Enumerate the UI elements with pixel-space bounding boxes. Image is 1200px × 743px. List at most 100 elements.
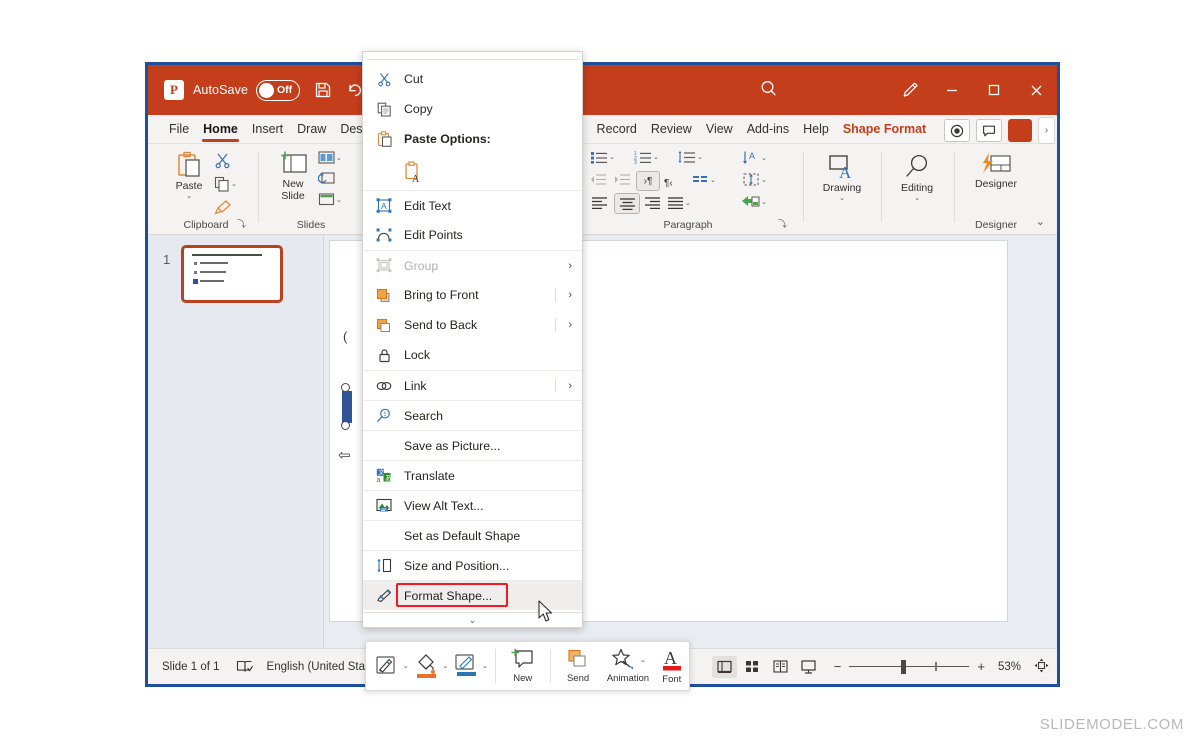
tab-record[interactable]: Record (590, 115, 644, 144)
copy-button[interactable]: ⌄ (214, 176, 237, 192)
text-direction-chevron-icon[interactable]: ⌄ (761, 154, 767, 162)
resize-arrow-icon[interactable]: ⇦ (338, 446, 351, 464)
context-menu-item-cut[interactable]: Cut (363, 64, 582, 94)
send-back-submenu-chevron-icon[interactable]: › (568, 319, 572, 331)
ribbon-collapse-chevron-icon[interactable]: ⌄ (1036, 215, 1045, 228)
editing-chevron-icon[interactable]: ⌄ (914, 194, 920, 202)
shape-outline-chevron-icon[interactable]: ⌄ (482, 662, 488, 670)
new-slide-button[interactable]: New Slide (270, 150, 316, 202)
bullets-chevron-icon[interactable]: ⌄ (609, 153, 615, 161)
context-menu-item-copy[interactable]: Copy (363, 94, 582, 124)
rtl-text-direction-button[interactable]: ¶‹ (664, 173, 673, 191)
tab-file[interactable]: File (162, 115, 196, 144)
context-menu-item-translate[interactable]: 文aあ Translate (363, 460, 582, 490)
layout-button[interactable]: ⌄ (318, 150, 342, 165)
maximize-button[interactable] (973, 65, 1015, 115)
context-menu-item-edit-points[interactable]: Edit Points (363, 220, 582, 250)
paragraph-dialog-launcher[interactable]: ⤵ (778, 217, 787, 230)
save-icon[interactable] (314, 81, 332, 99)
fit-to-window-icon[interactable] (1034, 658, 1049, 676)
ltr-text-direction-button[interactable]: ›¶ (636, 171, 660, 191)
numbering-chevron-icon[interactable]: ⌄ (653, 153, 659, 161)
align-text-button[interactable]: ⌄ (742, 172, 767, 187)
context-menu-item-save-as-picture[interactable]: Save as Picture... (363, 430, 582, 460)
line-spacing-button[interactable]: ⌄ (678, 150, 703, 164)
designer-button[interactable]: Designer (968, 152, 1024, 190)
slide-thumbnail-1[interactable] (181, 245, 283, 303)
shape-style-button[interactable]: ⌄ (372, 654, 412, 678)
layout-chevron-icon[interactable]: ⌄ (336, 154, 342, 162)
animation-painter-chevron-icon[interactable]: ⌄ (640, 656, 646, 664)
zoom-out-button[interactable]: − (834, 659, 842, 674)
context-menu-item-size-and-position[interactable]: Size and Position... (363, 550, 582, 580)
ink-pen-icon[interactable] (889, 65, 931, 115)
link-submenu-chevron-icon[interactable]: › (568, 380, 572, 392)
context-menu-item-set-default-shape[interactable]: Set as Default Shape (363, 520, 582, 550)
paste-option-keep-text-only[interactable]: A (363, 154, 582, 190)
rotation-handle-icon[interactable]: ( (343, 329, 347, 344)
shape-fill-chevron-icon[interactable]: ⌄ (442, 662, 448, 670)
new-comment-button[interactable]: New (500, 648, 546, 684)
zoom-slider[interactable]: − + (834, 659, 985, 674)
decrease-indent-button[interactable] (590, 173, 607, 191)
justify-chevron-icon[interactable]: ⌄ (685, 199, 691, 207)
copy-chevron-icon[interactable]: ⌄ (231, 180, 237, 188)
ribbon-overflow-chevron-icon[interactable]: › (1038, 117, 1055, 144)
context-menu-item-bring-to-front[interactable]: Bring to Front › (363, 280, 582, 310)
bring-front-submenu-chevron-icon[interactable]: › (568, 289, 572, 301)
align-left-button[interactable] (591, 196, 608, 214)
context-menu-item-view-alt-text[interactable]: View Alt Text... (363, 490, 582, 520)
tab-view[interactable]: View (699, 115, 740, 144)
align-center-button[interactable] (614, 193, 640, 214)
record-button[interactable] (944, 119, 970, 142)
tab-shape-format[interactable]: Shape Format (836, 115, 933, 144)
tab-help[interactable]: Help (796, 115, 836, 144)
align-text-chevron-icon[interactable]: ⌄ (761, 176, 767, 184)
accessibility-icon[interactable] (236, 659, 253, 674)
justify-button[interactable]: ⌄ (667, 196, 691, 209)
columns-chevron-icon[interactable]: ⌄ (710, 176, 716, 184)
convert-to-smartart-button[interactable]: ⌄ (741, 194, 767, 209)
shape-style-chevron-icon[interactable]: ⌄ (403, 662, 409, 670)
format-painter-button[interactable] (214, 199, 232, 221)
animation-painter-button[interactable]: ⌄ Animation (601, 648, 654, 684)
send-backward-button[interactable]: Send (555, 648, 601, 684)
zoom-in-button[interactable]: + (977, 659, 985, 674)
drawing-button[interactable]: A Drawing ⌄ (818, 154, 866, 202)
editing-button[interactable]: Editing ⌄ (893, 154, 941, 202)
normal-view-button[interactable] (712, 656, 737, 678)
minimize-button[interactable] (931, 65, 973, 115)
paste-chevron-icon[interactable]: ⌄ (186, 192, 192, 200)
cut-button[interactable] (214, 152, 231, 174)
paste-button[interactable]: Paste ⌄ (168, 150, 210, 200)
close-button[interactable] (1015, 65, 1057, 115)
clipboard-dialog-launcher[interactable]: ⤵ (237, 217, 246, 230)
zoom-level-label[interactable]: 53% (998, 661, 1021, 673)
slideshow-view-button[interactable] (796, 656, 821, 678)
tab-home[interactable]: Home (196, 115, 245, 144)
context-menu-item-link[interactable]: Link › (363, 370, 582, 400)
selection-handle-bottom[interactable] (341, 421, 350, 430)
slide-count-label[interactable]: Slide 1 of 1 (162, 661, 220, 673)
section-chevron-icon[interactable]: ⌄ (336, 196, 342, 204)
zoom-slider-track[interactable] (849, 666, 969, 668)
numbering-button[interactable]: 123 ⌄ (634, 150, 659, 164)
align-right-button[interactable] (644, 196, 661, 214)
line-spacing-chevron-icon[interactable]: ⌄ (697, 153, 703, 161)
share-button[interactable] (1008, 119, 1032, 142)
section-button[interactable]: ⌄ (318, 192, 342, 207)
reading-view-button[interactable] (768, 656, 793, 678)
shape-outline-button[interactable]: ⌄ (451, 652, 491, 680)
selected-shape-bar[interactable] (342, 391, 352, 423)
smartart-chevron-icon[interactable]: ⌄ (761, 198, 767, 206)
comments-button[interactable] (976, 119, 1002, 142)
context-menu-item-lock[interactable]: Lock (363, 340, 582, 370)
reset-slide-button[interactable] (318, 171, 335, 191)
context-menu-item-edit-text[interactable]: A Edit Text (363, 190, 582, 220)
context-menu-item-search[interactable]: Search (363, 400, 582, 430)
increase-indent-button[interactable] (614, 173, 631, 191)
columns-button[interactable]: ⌄ (692, 174, 716, 186)
search-button[interactable] (758, 78, 780, 105)
bullets-button[interactable]: ⌄ (590, 150, 615, 164)
shape-fill-button[interactable]: ⌄ (412, 652, 452, 680)
